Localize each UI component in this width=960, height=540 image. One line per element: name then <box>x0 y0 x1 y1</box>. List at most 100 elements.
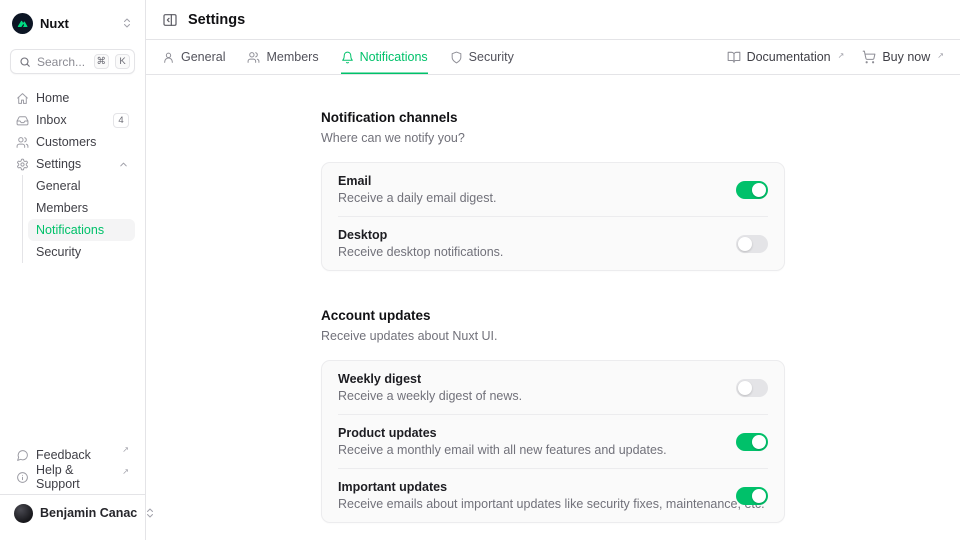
buy-now-link[interactable]: Buy now ↗ <box>862 50 944 64</box>
inbox-count-badge: 4 <box>113 113 129 128</box>
search-icon <box>19 56 31 68</box>
sidebar-item-label: Inbox <box>36 113 106 127</box>
section-account-updates: Account updates Receive updates about Nu… <box>321 308 785 523</box>
setting-title: Email <box>338 174 720 188</box>
product-updates-toggle[interactable] <box>736 433 768 451</box>
info-circle-icon <box>16 471 29 484</box>
kbd-cmd: ⌘ <box>94 54 110 69</box>
search-placeholder: Search... <box>37 55 88 69</box>
sidebar-item-notifications[interactable]: Notifications <box>28 219 135 241</box>
users-icon <box>16 136 29 149</box>
page-title: Settings <box>188 12 245 28</box>
sidebar-spacer <box>10 263 135 444</box>
message-circle-icon <box>16 449 29 462</box>
user-icon <box>162 51 175 64</box>
nuxt-logo-icon <box>12 13 33 34</box>
chevrons-up-down-icon <box>121 17 133 29</box>
settings-card: Weekly digest Receive a weekly digest of… <box>321 360 785 523</box>
sidebar-item-label: Customers <box>36 135 129 149</box>
shield-icon <box>450 51 463 64</box>
tabs: General Members Notifications <box>162 40 514 74</box>
search-input[interactable]: Search... ⌘ K <box>10 49 135 74</box>
documentation-link[interactable]: Documentation ↗ <box>727 50 845 64</box>
weekly-digest-toggle[interactable] <box>736 379 768 397</box>
setting-row-product-updates: Product updates Receive a monthly email … <box>322 415 784 468</box>
home-icon <box>16 92 29 105</box>
sidebar-footer: Feedback ↗ Help & Support ↗ Benjamin Can… <box>10 444 135 532</box>
tab-label: General <box>181 50 225 64</box>
email-toggle[interactable] <box>736 181 768 199</box>
setting-row-email: Email Receive a daily email digest. <box>322 163 784 216</box>
sidebar-item-settings[interactable]: Settings <box>10 153 135 175</box>
tab-general[interactable]: General <box>162 40 225 74</box>
sidebar-item-inbox[interactable]: Inbox 4 <box>10 109 135 131</box>
tab-notifications[interactable]: Notifications <box>341 40 428 74</box>
chevron-up-icon <box>118 159 129 170</box>
sidebar-item-label: Settings <box>36 157 111 171</box>
sidebar: Nuxt Search... ⌘ K Home <box>0 0 146 540</box>
avatar <box>14 504 33 523</box>
setting-title: Important updates <box>338 480 720 494</box>
tab-bar: General Members Notifications <box>146 40 960 75</box>
kbd-k: K <box>115 54 130 69</box>
sidebar-item-customers[interactable]: Customers <box>10 131 135 153</box>
sidebar-divider <box>0 494 145 495</box>
tab-label: Security <box>469 50 514 64</box>
documentation-label: Documentation <box>747 50 831 64</box>
settings-submenu: General Members Notifications Security <box>22 175 135 263</box>
tab-security[interactable]: Security <box>450 40 514 74</box>
header-actions: Documentation ↗ Buy now ↗ <box>727 40 944 74</box>
users-icon <box>247 51 260 64</box>
help-support-link[interactable]: Help & Support ↗ <box>10 466 135 488</box>
external-link-icon: ↗ <box>937 50 944 63</box>
section-title: Account updates <box>321 308 785 323</box>
section-notification-channels: Notification channels Where can we notif… <box>321 110 785 271</box>
external-link-icon: ↗ <box>122 466 129 479</box>
setting-title: Weekly digest <box>338 372 720 386</box>
tab-members[interactable]: Members <box>247 40 318 74</box>
app-window: Nuxt Search... ⌘ K Home <box>0 0 960 540</box>
setting-description: Receive a daily email digest. <box>338 191 720 205</box>
setting-description: Receive desktop notifications. <box>338 245 720 259</box>
external-link-icon: ↗ <box>122 444 129 457</box>
sidebar-collapse-icon[interactable] <box>162 12 178 28</box>
user-menu[interactable]: Benjamin Canac <box>10 500 135 526</box>
shopping-cart-icon <box>862 50 876 64</box>
sidebar-item-security[interactable]: Security <box>28 241 135 263</box>
tab-label: Notifications <box>360 50 428 64</box>
section-title: Notification channels <box>321 110 785 125</box>
bell-icon <box>341 51 354 64</box>
gear-icon <box>16 158 29 171</box>
sidebar-item-home[interactable]: Home <box>10 87 135 109</box>
settings-content: Notification channels Where can we notif… <box>146 75 960 540</box>
main-panel: Settings General Members <box>146 0 960 540</box>
section-subtitle: Receive updates about Nuxt UI. <box>321 329 785 343</box>
page-header: Settings <box>146 0 960 40</box>
setting-description: Receive a monthly email with all new fea… <box>338 443 720 457</box>
setting-description: Receive emails about important updates l… <box>338 497 720 511</box>
feedback-label: Feedback <box>36 448 114 462</box>
setting-title: Product updates <box>338 426 720 440</box>
desktop-toggle[interactable] <box>736 235 768 253</box>
inbox-icon <box>16 114 29 127</box>
team-switcher[interactable]: Nuxt <box>10 10 135 36</box>
user-name: Benjamin Canac <box>40 506 137 520</box>
important-updates-toggle[interactable] <box>736 487 768 505</box>
settings-card: Email Receive a daily email digest. Desk… <box>321 162 785 271</box>
setting-description: Receive a weekly digest of news. <box>338 389 720 403</box>
team-name: Nuxt <box>40 16 114 31</box>
book-open-icon <box>727 50 741 64</box>
help-support-label: Help & Support <box>36 463 114 491</box>
sidebar-nav: Home Inbox 4 Customers Settings <box>10 87 135 263</box>
sidebar-item-members[interactable]: Members <box>28 197 135 219</box>
sidebar-item-label: Home <box>36 91 129 105</box>
setting-title: Desktop <box>338 228 720 242</box>
setting-row-desktop: Desktop Receive desktop notifications. <box>322 217 784 270</box>
setting-row-weekly-digest: Weekly digest Receive a weekly digest of… <box>322 361 784 414</box>
section-subtitle: Where can we notify you? <box>321 131 785 145</box>
tab-label: Members <box>266 50 318 64</box>
setting-row-important-updates: Important updates Receive emails about i… <box>322 469 784 522</box>
external-link-icon: ↗ <box>838 50 845 63</box>
buy-now-label: Buy now <box>882 50 930 64</box>
sidebar-item-general[interactable]: General <box>28 175 135 197</box>
